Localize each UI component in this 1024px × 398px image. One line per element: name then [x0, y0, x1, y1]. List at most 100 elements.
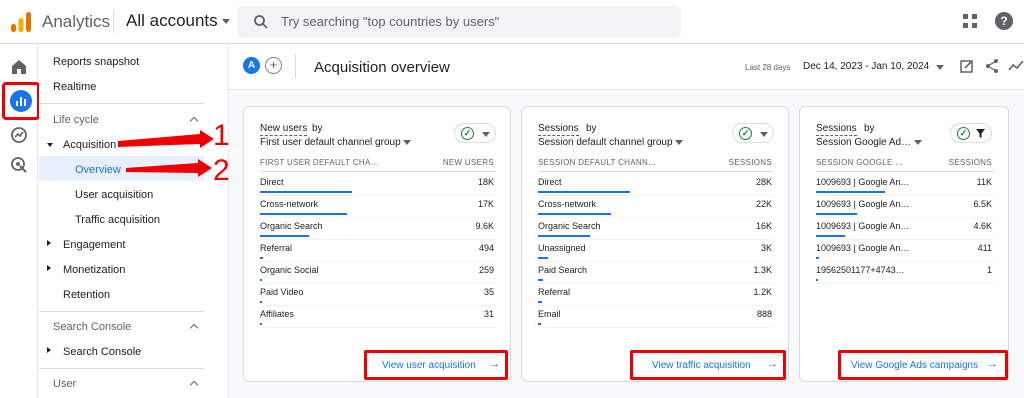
row-label[interactable]: Paid Video: [260, 287, 303, 297]
annotation-arrow-2: [126, 159, 212, 177]
date-range-picker[interactable]: Dec 14, 2023 - Jan 10, 2024: [803, 61, 929, 72]
row-divider: [260, 305, 496, 306]
metric-selector[interactable]: New users: [260, 123, 308, 136]
chevron-down-icon: [913, 140, 922, 145]
row-value: 22K: [755, 199, 772, 209]
header-divider: [816, 171, 994, 172]
annotation-arrow-1: [118, 130, 214, 148]
row-label[interactable]: Cross-network: [538, 199, 596, 209]
row-share-bar: [538, 279, 543, 281]
row-label[interactable]: Direct: [260, 177, 284, 187]
row-label[interactable]: Paid Search: [538, 265, 587, 275]
metric-selector[interactable]: Sessions: [538, 123, 579, 136]
row-value: 1: [986, 265, 992, 275]
row-divider: [816, 239, 994, 240]
view-traffic-acquisition-link[interactable]: View traffic acquisition: [652, 360, 751, 371]
comparison-avatar[interactable]: A: [243, 57, 260, 74]
arrow-right-icon: →: [767, 358, 778, 370]
dimension-selector[interactable]: First user default channel group: [260, 137, 412, 148]
check-circle-icon: ✓: [957, 127, 970, 140]
row-value: 9.6K: [475, 221, 494, 231]
row-divider: [260, 195, 496, 196]
insights-icon[interactable]: [1008, 58, 1024, 74]
column-header-metric: NEW USERS: [442, 158, 494, 167]
check-circle-icon: ✓: [739, 127, 752, 140]
row-value: 18K: [477, 177, 494, 187]
row-share-bar: [538, 235, 590, 237]
metric-by-label: by: [864, 123, 875, 134]
row-label[interactable]: Organic Social: [260, 265, 319, 275]
column-header-dimension: SESSION GOOGLE …: [816, 158, 904, 167]
row-value: 259: [478, 265, 494, 275]
row-value: 17K: [477, 199, 494, 209]
row-label[interactable]: Organic Search: [260, 221, 323, 231]
date-range-label: Last 28 days: [745, 63, 791, 72]
row-label[interactable]: 1009693 | Google An…: [816, 177, 909, 187]
row-share-bar: [260, 257, 263, 259]
row-value: 11K: [976, 177, 992, 187]
row-value: 28K: [755, 177, 772, 187]
dimension-selector[interactable]: Session default channel group: [538, 137, 684, 148]
row-divider: [538, 217, 774, 218]
filter-icon: [976, 129, 985, 138]
view-google-ads-campaigns-link[interactable]: View Google Ads campaigns: [851, 360, 978, 371]
chevron-down-icon: [760, 132, 768, 137]
row-label[interactable]: Referral: [260, 243, 292, 253]
view-user-acquisition-link[interactable]: View user acquisition: [382, 360, 476, 371]
row-value: 888: [756, 309, 772, 319]
row-share-bar: [816, 257, 819, 259]
row-label[interactable]: Direct: [538, 177, 562, 187]
row-share-bar: [260, 191, 352, 193]
row-divider: [538, 305, 774, 306]
row-label[interactable]: Unassigned: [538, 243, 586, 253]
row-label[interactable]: 1009693 | Google An…: [816, 199, 909, 209]
chevron-down-icon[interactable]: [936, 65, 944, 70]
chevron-down-icon: [675, 140, 684, 145]
metric-selector[interactable]: Sessions: [816, 123, 857, 136]
annotation-step-1: 1: [213, 119, 230, 152]
row-divider: [538, 327, 774, 328]
row-share-bar: [816, 235, 845, 237]
row-label[interactable]: Email: [538, 309, 561, 319]
row-value: 6.5K: [973, 199, 992, 209]
row-divider: [816, 195, 994, 196]
share-icon[interactable]: [984, 58, 1000, 74]
row-label[interactable]: Cross-network: [260, 199, 318, 209]
row-label[interactable]: Referral: [538, 287, 570, 297]
row-value: 4.6K: [973, 221, 992, 231]
check-circle-icon: ✓: [461, 127, 474, 140]
row-share-bar: [260, 323, 262, 325]
card-sessions-channel: Sessions by Session default channel grou…: [521, 106, 789, 382]
filter-chip[interactable]: ✓: [732, 123, 774, 143]
row-value: 411: [977, 243, 992, 253]
filter-chip[interactable]: ✓: [950, 123, 992, 143]
row-value: 3K: [760, 243, 772, 253]
add-comparison-button[interactable]: +: [265, 57, 282, 74]
row-value: 494: [478, 243, 494, 253]
row-value: 1.3K: [753, 265, 772, 275]
edit-report-icon[interactable]: [959, 58, 975, 74]
row-value: 1.2K: [753, 287, 772, 297]
row-label[interactable]: 1009693 | Google An…: [816, 221, 909, 231]
dimension-selector[interactable]: Session Google Ad…: [816, 137, 922, 148]
filter-chip[interactable]: ✓: [454, 123, 496, 143]
row-divider: [538, 283, 774, 284]
arrow-right-icon: →: [987, 358, 998, 370]
row-share-bar: [260, 301, 262, 303]
row-label[interactable]: Affiliates: [260, 309, 294, 319]
row-label[interactable]: Organic Search: [538, 221, 601, 231]
arrow-right-icon: →: [489, 358, 500, 370]
row-share-bar: [538, 301, 542, 303]
row-label[interactable]: 19562501177+4743…: [816, 265, 905, 275]
row-share-bar: [538, 213, 611, 215]
main-content: A + Acquisition overview Last 28 days De…: [229, 44, 1024, 398]
row-label[interactable]: 1009693 | Google An…: [816, 243, 909, 253]
header-divider: [260, 171, 496, 172]
dimension-label: First user default channel group: [260, 137, 401, 148]
row-share-bar: [816, 191, 885, 193]
row-share-bar: [816, 213, 857, 215]
dimension-label: Session Google Ad…: [816, 137, 912, 148]
page-title: Acquisition overview: [314, 59, 450, 76]
header-divider: [538, 171, 774, 172]
row-divider: [816, 283, 994, 284]
